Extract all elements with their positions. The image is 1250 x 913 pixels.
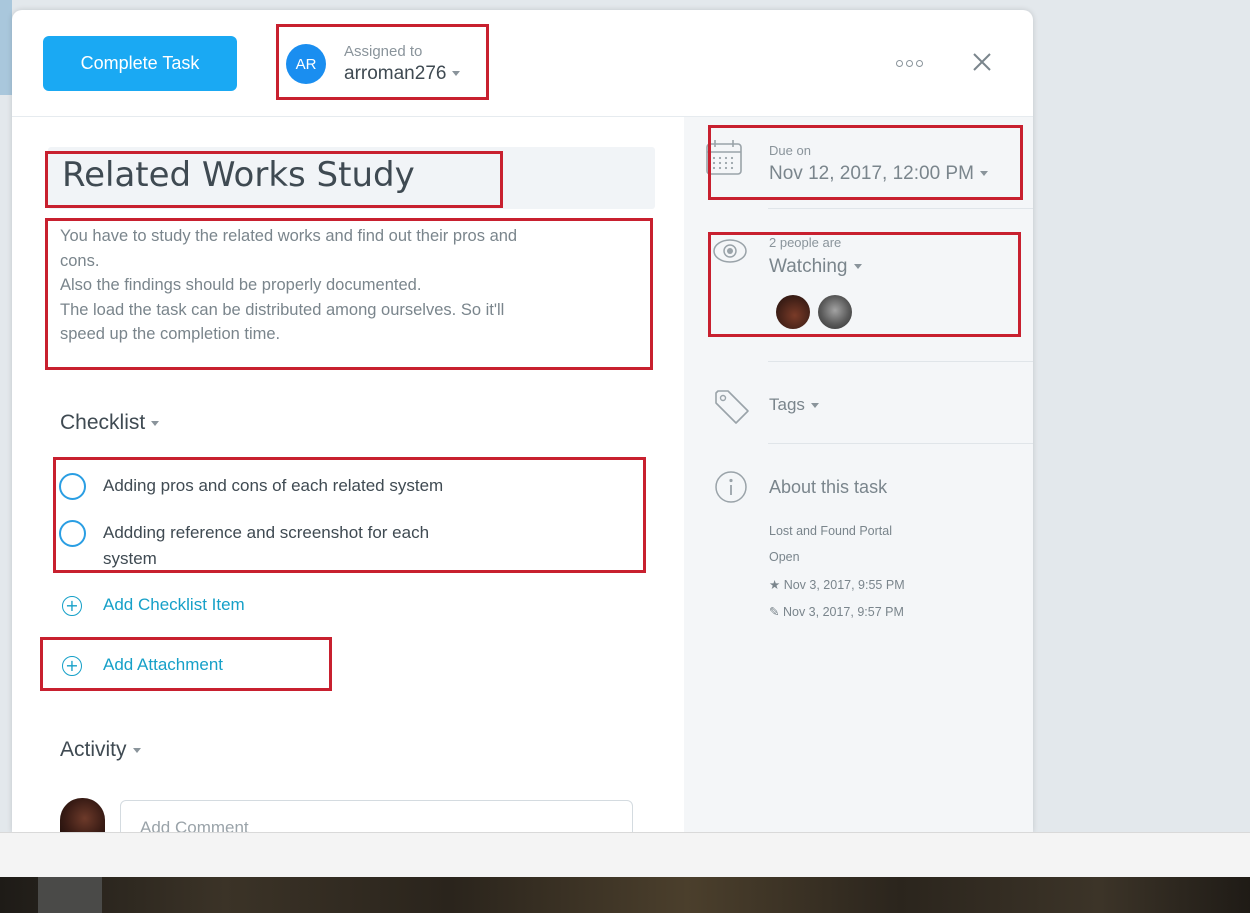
annotation-box-checklist (53, 457, 646, 573)
more-options-icon[interactable] (896, 55, 936, 71)
annotation-box-attachment (40, 637, 332, 691)
task-status: Open (769, 550, 800, 564)
annotation-box-watchers (708, 232, 1021, 337)
annotation-box-description (45, 218, 653, 370)
created-date-value: Nov 3, 2017, 9:55 PM (783, 578, 905, 592)
about-heading: About this task (769, 477, 888, 497)
created-date: ★ Nov 3, 2017, 9:55 PM (769, 577, 905, 592)
comment-placeholder: Add Comment (140, 818, 249, 832)
tags-label: Tags (769, 395, 805, 414)
background-panel-edge (0, 0, 12, 95)
annotation-box-due-date (708, 125, 1023, 200)
activity-header[interactable]: Activity (60, 738, 141, 762)
annotation-box-title (45, 151, 503, 208)
bottom-bar (0, 832, 1250, 878)
tags-dropdown[interactable]: Tags (769, 395, 819, 415)
sidebar-divider (768, 361, 1033, 362)
caret-down-icon (151, 420, 160, 426)
plus-circle-icon[interactable]: + (62, 596, 82, 616)
project-name[interactable]: Lost and Found Portal (769, 524, 892, 538)
background-image-strip (0, 877, 1250, 913)
add-checklist-item-link[interactable]: Add Checklist Item (103, 595, 245, 615)
pencil-icon: ✎ (769, 604, 780, 619)
task-modal: Complete Task AR Assigned to arroman276 … (12, 10, 1033, 832)
caret-down-icon (132, 747, 141, 753)
tag-icon (715, 390, 749, 424)
close-icon[interactable] (970, 50, 994, 74)
activity-heading: Activity (60, 738, 127, 761)
user-avatar (60, 798, 105, 832)
caret-down-icon (810, 403, 819, 409)
checklist-heading: Checklist (60, 411, 146, 434)
sidebar-divider (768, 443, 1033, 444)
annotation-box-assignee (276, 24, 489, 100)
star-icon: ★ (769, 578, 781, 592)
edited-date-value: Nov 3, 2017, 9:57 PM (782, 605, 904, 619)
background-image-highlight (38, 877, 102, 913)
checklist-header[interactable]: Checklist (60, 411, 160, 435)
edited-date: ✎ Nov 3, 2017, 9:57 PM (769, 604, 904, 619)
sidebar-divider (768, 208, 1033, 209)
complete-task-button[interactable]: Complete Task (43, 36, 237, 91)
info-icon (715, 471, 747, 503)
